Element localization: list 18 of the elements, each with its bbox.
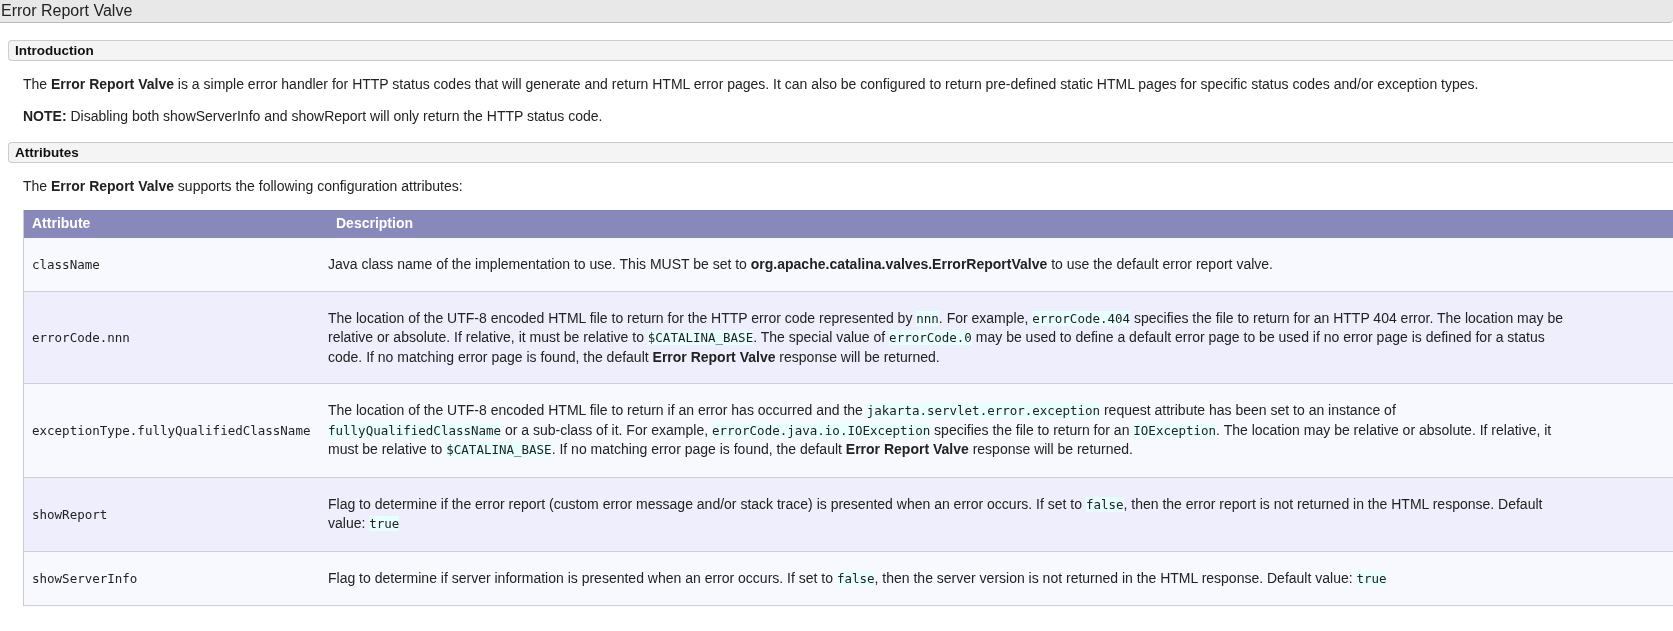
- paragraph: The Error Report Valve is a simple error handler for HTTP status codes that will generate and return HTML error pages. It can also be configured to return pre-defined static HTML pages for specific status codes and/or exception types.: [23, 75, 1480, 93]
- attribute-cell-text: className: [31, 256, 101, 272]
- description-cell-text: The location of the UTF-8 encoded HTML file to return for the HTTP error code represented by nnn. For example, errorCode.404 specifies the file to return for an HTTP 404 error. The location may be relative or absolute. If relative, it must be relative to $CATALINA_BASE. The special value of errorCode.0 may be used to define a default error page to be used if no error page is defined for a status code. If no matching error page is found, the default Error Report Valve response will be returned.: [328, 308, 1564, 367]
- attribute-cell-text: exceptionType.fullyQualifiedClassName: [31, 422, 312, 438]
- attribute-cell-text: errorCode.nnn: [31, 329, 131, 345]
- section-heading: Attributes: [8, 142, 1673, 163]
- column-header: Attribute: [31, 214, 92, 233]
- description-cell-text: Flag to determine if server information is presented when an error occurs. If set to false, then the server version is not returned in the HTML response. Default value: true: [328, 568, 1388, 588]
- paragraph: The Error Report Valve supports the following configuration attributes:: [23, 177, 464, 195]
- description-cell-text: Java class name of the implementation to use. This MUST be set to org.apache.catalina.valves.ErrorReportValve to use the default error report valve.: [328, 255, 1274, 274]
- description-cell-text: Flag to determine if the error report (custom error message and/or stack trace) is presented when an error occurs. If set to false, then the error report is not returned in the HTML response. Default value: true: [328, 494, 1544, 533]
- paragraph: NOTE: Disabling both showServerInfo and showReport will only return the HTTP status code.: [23, 107, 604, 125]
- page-title: Error Report Valve: [0, 0, 1673, 23]
- description-cell-text: The location of the UTF-8 encoded HTML file to return if an error has occurred and the jakarta.servlet.error.exception request attribute has been set to an instance of fullyQualifiedClassName or a sub-class of it. For example, errorCode.java.io.IOException specifies the file to return for an IOException. The location may be relative or absolute. If relative, it must be relative to $CATALINA_BASE. If no matching error page is found, the default Error Report Valve response will be returned.: [328, 401, 1553, 459]
- column-header: Description: [335, 214, 414, 233]
- section-heading: Introduction: [8, 40, 1673, 61]
- attribute-cell-text: showServerInfo: [31, 570, 139, 586]
- attribute-cell-text: showReport: [31, 506, 109, 522]
